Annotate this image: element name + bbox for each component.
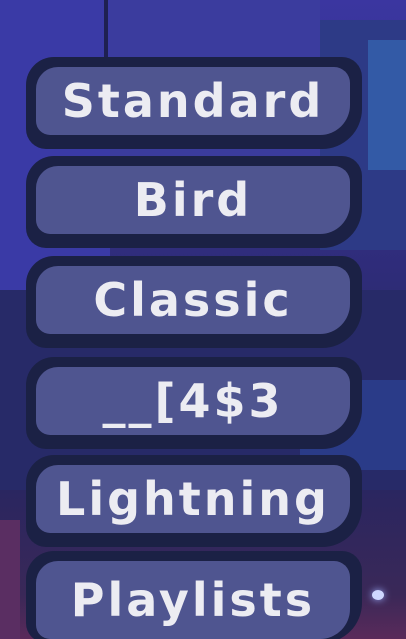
button-label: Lightning bbox=[56, 472, 330, 526]
button-face: __[4$3 bbox=[36, 367, 350, 435]
button-label: Classic bbox=[93, 273, 293, 327]
playlists-button[interactable]: Playlists bbox=[26, 551, 362, 639]
button-face: Lightning bbox=[36, 465, 350, 533]
button-face: Playlists bbox=[36, 561, 350, 639]
secret-mode-button[interactable]: __[4$3 bbox=[26, 357, 362, 449]
mode-select-menu: Standard Bird Classic __[4$3 Lightning P… bbox=[0, 0, 406, 639]
button-label: Standard bbox=[61, 74, 325, 128]
button-label: Bird bbox=[133, 173, 253, 227]
standard-mode-button[interactable]: Standard bbox=[26, 57, 362, 149]
button-face: Standard bbox=[36, 67, 350, 135]
lightning-mode-button[interactable]: Lightning bbox=[26, 455, 362, 547]
button-face: Bird bbox=[36, 166, 350, 234]
bird-mode-button[interactable]: Bird bbox=[26, 156, 362, 248]
button-label: Playlists bbox=[70, 573, 316, 627]
button-label: __[4$3 bbox=[102, 374, 284, 428]
classic-mode-button[interactable]: Classic bbox=[26, 256, 362, 348]
button-face: Classic bbox=[36, 266, 350, 334]
